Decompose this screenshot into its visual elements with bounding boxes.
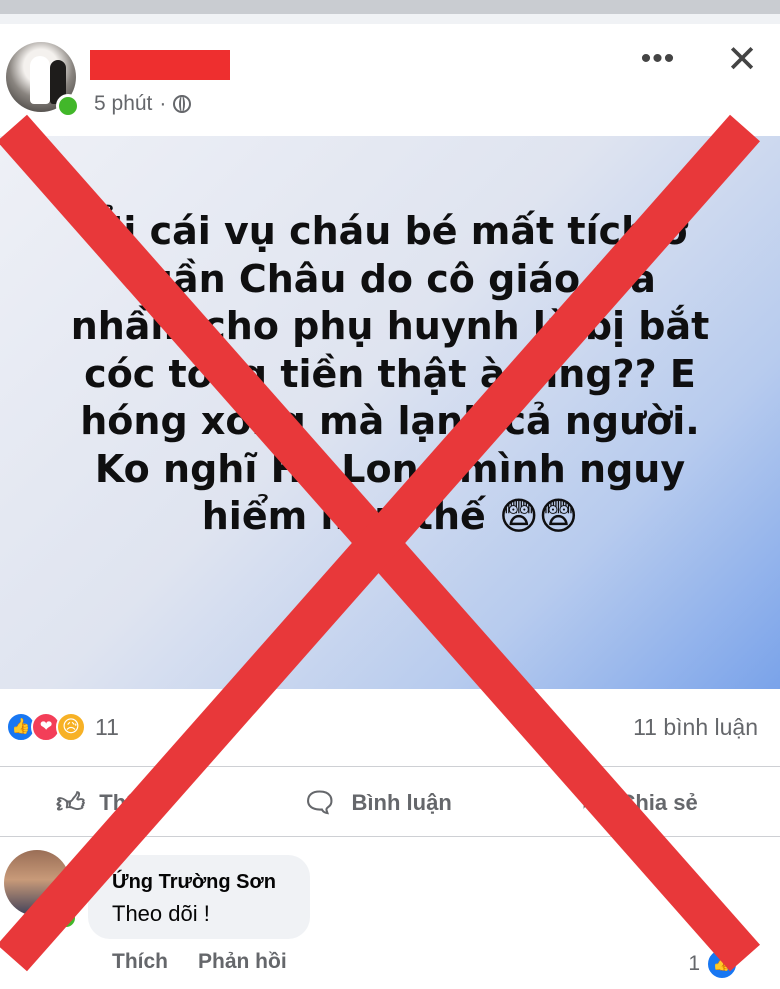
online-status-dot — [54, 906, 78, 930]
like-button[interactable]: 👍︎ Thích — [56, 786, 158, 820]
top-strip — [0, 0, 780, 14]
comment-like-summary[interactable]: 1 👍 — [688, 948, 738, 980]
comment-button[interactable]: 🗨︎ Bình luận — [302, 786, 452, 819]
reaction-summary[interactable]: 👍 ❤ 😥 11 — [6, 712, 119, 742]
comment-actions: Thích Phản hồi — [112, 950, 287, 974]
comment-like-count: 1 — [688, 952, 700, 975]
comment-bubble: Ứng Trường Sơn Theo dõi ! — [88, 855, 310, 939]
online-status-dot — [56, 94, 80, 118]
sad-icon: 😥 — [56, 712, 86, 742]
action-bar: 👍︎ Thích 🗨︎ Bình luận ➦ Chia sẻ — [0, 770, 780, 832]
share-arrow-icon: ➦ — [582, 787, 606, 818]
speech-bubble-icon: 🗨︎ — [302, 787, 338, 818]
avatar-figure — [30, 56, 50, 104]
comment-like-button[interactable]: Thích — [112, 950, 168, 974]
feed-gap — [0, 14, 780, 24]
more-options-button[interactable]: ••• — [640, 44, 676, 80]
post-time[interactable]: 5 phút — [94, 92, 152, 116]
comment-label: Bình luận — [351, 789, 452, 815]
post-card: Ủi cái vụ cháu bé mất tích ở Tuần Châu d… — [0, 136, 780, 689]
reaction-count: 11 — [95, 713, 119, 740]
like-icon: 👍 — [706, 948, 738, 980]
meta-separator: · — [159, 92, 167, 115]
comment-reply-button[interactable]: Phản hồi — [198, 950, 287, 974]
globe-icon — [173, 95, 192, 113]
thumbs-up-icon: 👍︎ — [56, 787, 86, 818]
author-name-redacted — [90, 50, 230, 80]
share-label: Chia sẻ — [619, 789, 698, 815]
post-text: Ủi cái vụ cháu bé mất tích ở Tuần Châu d… — [70, 209, 710, 538]
like-label: Thích — [99, 790, 158, 815]
comment-text: Theo dõi ! — [112, 901, 210, 926]
divider — [0, 766, 780, 767]
post-meta: 5 phút · — [94, 92, 192, 116]
comment-count[interactable]: 11 bình luận — [633, 714, 758, 741]
share-button[interactable]: ➦ Chia sẻ — [582, 786, 698, 819]
close-button[interactable]: ✕ — [722, 40, 762, 80]
divider — [0, 836, 780, 837]
comment-author[interactable]: Ứng Trường Sơn — [112, 871, 276, 894]
